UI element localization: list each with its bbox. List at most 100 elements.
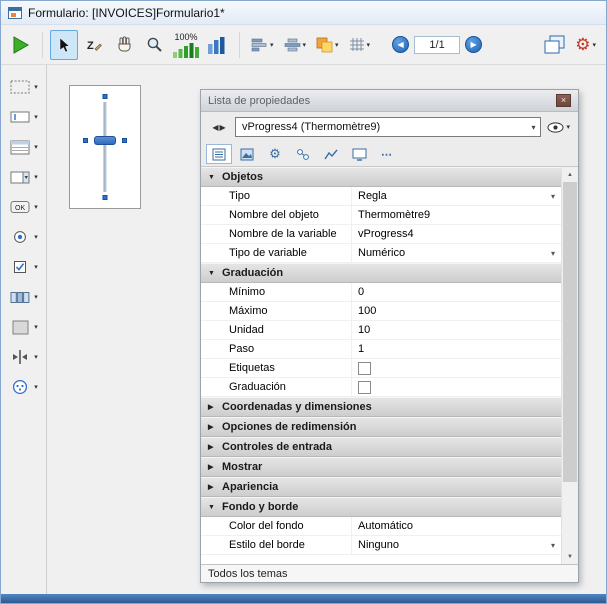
ruler-object-track[interactable] [104, 102, 107, 192]
tab-display[interactable] [346, 144, 372, 164]
move-hand-tool-button[interactable] [110, 30, 138, 60]
tool-checkbox[interactable]: ▾ [9, 257, 38, 277]
zoom-tool-button[interactable] [140, 30, 168, 60]
selected-object-label: vProgress4 (Thermomètre9) [242, 121, 380, 133]
tool-button[interactable]: OK ▾ [9, 197, 38, 217]
property-row-unidad: Unidad 10 [201, 321, 561, 340]
run-form-button[interactable] [7, 30, 35, 60]
chevron-down-icon[interactable]: ▾ [34, 353, 38, 361]
settings-gear-dropdown[interactable]: ⚙ ▾ [571, 30, 600, 60]
etiquetas-checkbox[interactable] [358, 362, 371, 375]
scroll-up-button[interactable]: ▲ [562, 167, 578, 182]
scrollbar-thumb[interactable] [563, 182, 577, 482]
chevron-down-icon[interactable]: ▾ [34, 383, 38, 391]
grid-options-dropdown[interactable]: ▾ [345, 30, 375, 60]
prop-value-nombre-objeto[interactable]: Thermomètre9 [351, 206, 561, 224]
selection-handle-left[interactable] [83, 138, 88, 143]
prop-value-unidad[interactable]: 10 [351, 321, 561, 339]
section-fondo-borde[interactable]: ▼ Fondo y borde [201, 497, 561, 517]
property-row-estilo-borde: Estilo del borde Ninguno ▾ [201, 536, 561, 555]
align-objects-dropdown[interactable]: ▾ [247, 30, 278, 60]
chevron-down-icon: ▾ [531, 123, 535, 132]
section-coordenadas[interactable]: ▶ Coordenadas y dimensiones [201, 397, 561, 417]
palette-title: Lista de propiedades [208, 95, 556, 107]
next-page-button[interactable]: ▶ [465, 36, 482, 53]
prop-value-color-fondo[interactable]: Automático [351, 517, 561, 535]
selector-next-icon[interactable]: ▶ [220, 123, 226, 132]
stacked-windows-icon [544, 35, 566, 55]
prop-value-tipo-variable[interactable]: Numérico ▾ [351, 244, 561, 262]
tool-rectangle[interactable]: ▾ [9, 317, 38, 337]
selector-prev-icon[interactable]: ◀ [212, 123, 218, 132]
window-titlebar[interactable]: Formulario: [INVOICES]Formulario1* [1, 1, 606, 25]
chevron-down-icon[interactable]: ▾ [34, 203, 38, 211]
tab-connections[interactable] [290, 144, 316, 164]
form-pages-button[interactable] [541, 30, 569, 60]
form-design-canvas[interactable]: Lista de propiedades × ◀ ▶ vProgress4 (T… [47, 65, 606, 594]
entry-order-tool-button[interactable]: Z [80, 30, 108, 60]
tool-tab-control[interactable]: ▾ [9, 287, 38, 307]
form-preview[interactable] [69, 85, 141, 209]
chevron-down-icon[interactable]: ▾ [34, 113, 38, 121]
tool-radio[interactable]: ▾ [9, 227, 38, 247]
chevron-down-icon[interactable]: ▾ [34, 323, 38, 331]
section-apariencia[interactable]: ▶ Apariencia [201, 477, 561, 497]
page-indicator: 1/1 [414, 36, 460, 54]
tool-combobox[interactable]: ▾ [9, 167, 38, 187]
scroll-down-button[interactable]: ▼ [562, 549, 578, 564]
tool-plugin[interactable]: ▾ [9, 377, 38, 397]
previous-page-button[interactable]: ◀ [392, 36, 409, 53]
window-title: Formulario: [INVOICES]Formulario1* [28, 6, 225, 20]
tab-settings[interactable]: ⚙ [262, 144, 288, 164]
prop-value-minimo[interactable]: 0 [351, 283, 561, 301]
selection-handle-top[interactable] [103, 94, 108, 99]
selection-handle-bottom[interactable] [103, 195, 108, 200]
prop-value-maximo[interactable]: 100 [351, 302, 561, 320]
object-selector-combo[interactable]: vProgress4 (Thermomètre9) ▾ [235, 117, 541, 137]
section-mostrar[interactable]: ▶ Mostrar [201, 457, 561, 477]
tool-marquee[interactable]: ▾ [9, 77, 38, 97]
object-selector-nav[interactable]: ◀ ▶ [207, 118, 231, 136]
distribute-objects-dropdown[interactable]: ▾ [280, 30, 311, 60]
layer-order-dropdown[interactable]: ▾ [312, 30, 343, 60]
tool-listbox[interactable]: ▾ [9, 137, 38, 157]
prop-value-tipo[interactable]: Regla ▾ [351, 187, 561, 205]
close-icon[interactable]: × [556, 94, 571, 107]
section-opciones-redimension[interactable]: ▶ Opciones de redimensión [201, 417, 561, 437]
layers-color-icon [316, 37, 333, 53]
expand-icon: ▶ [208, 423, 216, 431]
property-row-nombre-objeto: Nombre del objeto Thermomètre9 [201, 206, 561, 225]
section-graduacion[interactable]: ▼ Graduación [201, 263, 561, 283]
chevron-down-icon[interactable]: ▾ [34, 143, 38, 151]
chevron-down-icon[interactable]: ▾ [34, 173, 38, 181]
palette-footer: Todos los temas [201, 564, 578, 582]
graduacion-checkbox[interactable] [358, 381, 371, 394]
prop-value-estilo-borde[interactable]: Ninguno ▾ [351, 536, 561, 554]
scrollbar-track[interactable] [562, 182, 578, 549]
ruler-object-handle[interactable] [94, 136, 116, 145]
tab-property-list[interactable] [206, 144, 232, 164]
zoom-bars-blue-button[interactable] [204, 30, 232, 60]
chevron-down-icon[interactable]: ▾ [34, 293, 38, 301]
prop-label: Estilo del borde [201, 536, 351, 554]
chevron-down-icon[interactable]: ▾ [34, 83, 38, 91]
selection-handle-right[interactable] [122, 138, 127, 143]
section-controles-entrada[interactable]: ▶ Controles de entrada [201, 437, 561, 457]
prop-value-nombre-variable[interactable]: vProgress4 [351, 225, 561, 243]
collapse-icon: ▼ [208, 270, 216, 277]
rectangle-tool-icon [9, 318, 31, 336]
visibility-dropdown[interactable]: ▾ [545, 118, 572, 136]
tab-more[interactable]: ⋯ [374, 144, 400, 164]
zoom-level-group[interactable]: 100% [172, 28, 200, 62]
palette-titlebar[interactable]: Lista de propiedades × [201, 90, 578, 112]
chevron-down-icon: ▾ [551, 249, 555, 258]
chevron-down-icon[interactable]: ▾ [34, 263, 38, 271]
section-objetos[interactable]: ▼ Objetos [201, 167, 561, 187]
pointer-tool-button[interactable] [50, 30, 78, 60]
tool-splitter[interactable]: ▾ [9, 347, 38, 367]
tool-input[interactable]: ▾ [9, 107, 38, 127]
tab-chart[interactable] [318, 144, 344, 164]
chevron-down-icon[interactable]: ▾ [34, 233, 38, 241]
tab-picture[interactable] [234, 144, 260, 164]
prop-value-paso[interactable]: 1 [351, 340, 561, 358]
